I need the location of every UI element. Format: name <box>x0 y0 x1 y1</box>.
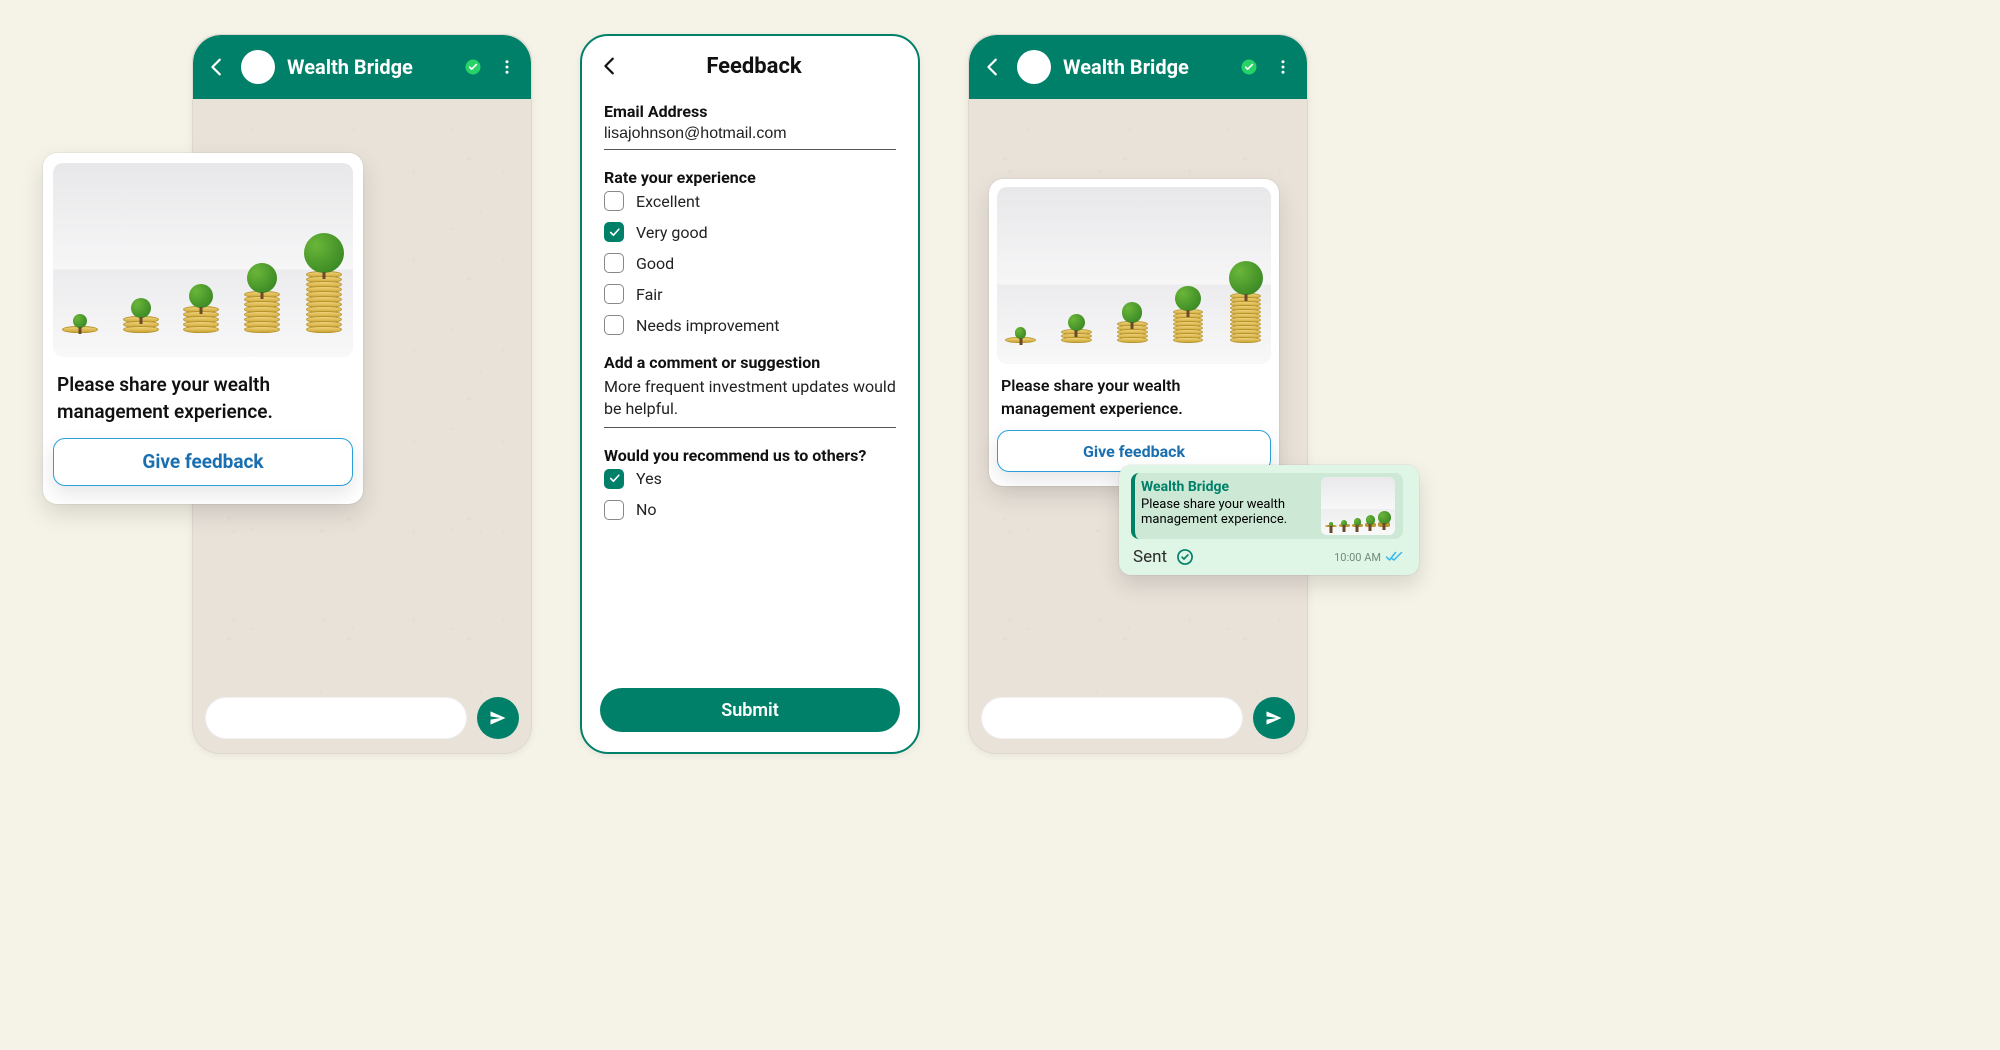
quote-text: Please share your wealth management expe… <box>1141 497 1307 527</box>
feedback-title: Feedback <box>640 54 868 79</box>
checkbox-icon[interactable] <box>604 500 624 520</box>
quote-title: Wealth Bridge <box>1141 479 1307 495</box>
rating-label: Rate your experience <box>604 168 896 187</box>
recommend-option[interactable]: Yes <box>604 469 896 489</box>
rating-label: Excellent <box>636 192 700 211</box>
submit-button[interactable]: Submit <box>600 688 900 732</box>
verified-badge-icon <box>463 57 483 77</box>
chat-title: Wealth Bridge <box>287 55 451 79</box>
chat-header: Wealth Bridge <box>193 35 531 99</box>
back-icon[interactable] <box>598 54 622 78</box>
checkbox-icon[interactable] <box>604 253 624 273</box>
checkbox-icon[interactable] <box>604 315 624 335</box>
message-input[interactable] <box>981 697 1243 739</box>
chat-screen-sent: Wealth Bridge Please share your wealth m… <box>968 34 1308 754</box>
more-menu-icon[interactable] <box>495 55 519 79</box>
incoming-message-card: Please share your wealth management expe… <box>989 179 1279 486</box>
send-button[interactable] <box>1253 697 1295 739</box>
rating-option[interactable]: Excellent <box>604 191 896 211</box>
chat-screen-initial: Wealth Bridge Please share your wealth m… <box>192 34 532 754</box>
give-feedback-button[interactable]: Give feedback <box>53 438 353 486</box>
avatar[interactable] <box>1017 50 1051 84</box>
message-time: 10:00 AM <box>1334 551 1381 564</box>
rating-label: Fair <box>636 285 663 304</box>
chat-body: Please share your wealth management expe… <box>969 99 1307 753</box>
rating-option[interactable]: Very good <box>604 222 896 242</box>
avatar[interactable] <box>241 50 275 84</box>
email-label: Email Address <box>604 102 896 121</box>
recommend-label: Would you recommend us to others? <box>604 446 896 465</box>
sent-status: Sent <box>1133 547 1195 567</box>
rating-label: Needs improvement <box>636 316 780 335</box>
rating-label: Good <box>636 254 674 273</box>
checkbox-icon[interactable] <box>604 222 624 242</box>
incoming-message-card: Please share your wealth management expe… <box>43 153 363 504</box>
rating-option[interactable]: Fair <box>604 284 896 304</box>
rating-label: Very good <box>636 223 708 242</box>
message-input-row <box>205 697 519 739</box>
message-image <box>53 163 353 357</box>
message-text: Please share your wealth management expe… <box>53 357 353 426</box>
rating-option[interactable]: Good <box>604 253 896 273</box>
back-icon[interactable] <box>205 55 229 79</box>
checkbox-icon[interactable] <box>604 469 624 489</box>
recommend-label: Yes <box>636 469 662 488</box>
message-input-row <box>981 697 1295 739</box>
chat-title: Wealth Bridge <box>1063 55 1227 79</box>
quoted-message: Wealth Bridge Please share your wealth m… <box>1131 473 1403 539</box>
chat-header: Wealth Bridge <box>969 35 1307 99</box>
message-input[interactable] <box>205 697 467 739</box>
check-circle-icon <box>1175 547 1195 567</box>
back-icon[interactable] <box>981 55 1005 79</box>
sent-reply-card: Wealth Bridge Please share your wealth m… <box>1119 465 1419 575</box>
checkbox-icon[interactable] <box>604 284 624 304</box>
verified-badge-icon <box>1239 57 1259 77</box>
comment-label: Add a comment or suggestion <box>604 353 896 372</box>
double-check-icon <box>1385 551 1403 563</box>
recommend-option[interactable]: No <box>604 500 896 520</box>
message-text: Please share your wealth management expe… <box>997 364 1271 420</box>
comment-field[interactable]: More frequent investment updates would b… <box>604 372 896 428</box>
feedback-header: Feedback <box>582 36 918 96</box>
send-button[interactable] <box>477 697 519 739</box>
quote-thumbnail <box>1321 477 1395 535</box>
email-field[interactable] <box>604 121 896 150</box>
recommend-label: No <box>636 500 657 519</box>
checkbox-icon[interactable] <box>604 191 624 211</box>
more-menu-icon[interactable] <box>1271 55 1295 79</box>
feedback-form-screen: Feedback Email Address Rate your experie… <box>580 34 920 754</box>
message-image <box>997 187 1271 364</box>
rating-option[interactable]: Needs improvement <box>604 315 896 335</box>
